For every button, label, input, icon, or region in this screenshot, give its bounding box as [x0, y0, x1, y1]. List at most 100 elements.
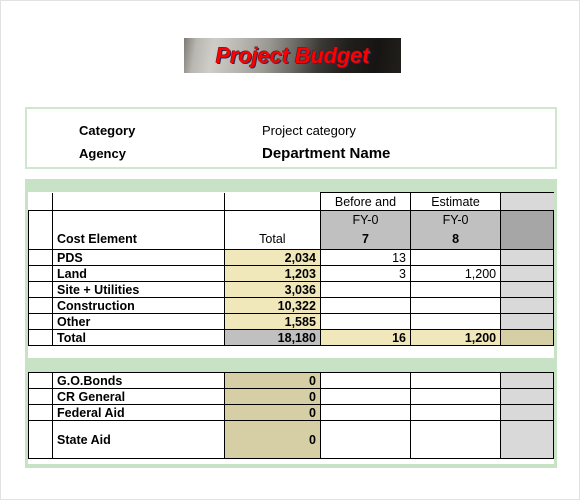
row-tail-cell: [500, 281, 554, 298]
row-total-cell[interactable]: 1,203: [223, 265, 321, 282]
row-label: G.O.Bonds: [52, 372, 225, 389]
table-row: Site + Utilities 3,036: [27, 281, 554, 298]
row-fy08-cell[interactable]: [409, 420, 502, 459]
row-fy07-cell[interactable]: [319, 297, 412, 314]
table-row: Construction 10,322: [27, 297, 554, 314]
row-label: Site + Utilities: [52, 281, 225, 298]
row-total-cell[interactable]: 10,322: [223, 297, 321, 314]
row-total-cell[interactable]: 0: [223, 404, 321, 421]
total-row-tail-cell: [500, 329, 554, 346]
row-tail-cell: [500, 388, 554, 405]
info-row-agency: Agency Department Name: [27, 142, 555, 166]
cost-element-table: Before and Estimate FY-0 FY-0 Cost Eleme…: [27, 192, 554, 346]
empty-cell: [27, 229, 54, 250]
total-row-fy07-cell: 16: [319, 329, 412, 346]
category-value[interactable]: Project category: [262, 119, 356, 143]
row-tail-cell: [500, 265, 554, 282]
row-pad-cell: [27, 265, 54, 282]
row-pad-cell: [27, 388, 54, 405]
row-label: State Aid: [52, 420, 225, 459]
row-fy07-cell[interactable]: [319, 313, 412, 330]
empty-cell: [52, 210, 225, 230]
tail-header-cell: [500, 192, 554, 211]
green-band-middle: [25, 358, 557, 372]
table-row: G.O.Bonds 0: [27, 372, 554, 389]
empty-cell: [223, 210, 321, 230]
row-fy08-cell[interactable]: [409, 249, 502, 266]
row-tail-cell: [500, 372, 554, 389]
row-total-cell[interactable]: 1,585: [223, 313, 321, 330]
column-header-cost-element: Cost Element: [52, 229, 225, 250]
row-total-cell[interactable]: 0: [223, 372, 321, 389]
row-label: Other: [52, 313, 225, 330]
row-tail-cell: [500, 404, 554, 421]
row-fy07-cell[interactable]: [319, 372, 412, 389]
row-total-cell[interactable]: 0: [223, 420, 321, 459]
row-fy07-cell[interactable]: 13: [319, 249, 412, 266]
table-row: Other 1,585: [27, 313, 554, 330]
tail-fy-cell: [500, 210, 554, 230]
column-header-fy08: 8: [409, 229, 502, 250]
row-label: Construction: [52, 297, 225, 314]
table-row: PDS 2,034 13: [27, 249, 554, 266]
row-fy07-cell[interactable]: [319, 281, 412, 298]
spacer-cell: [52, 192, 225, 211]
row-fy07-cell[interactable]: [319, 404, 412, 421]
green-band-right-lower: [554, 372, 557, 468]
row-pad-cell: [27, 281, 54, 298]
green-band-right-upper: [554, 192, 557, 358]
table-fy-prefix-row: FY-0 FY-0: [27, 210, 554, 230]
agency-value[interactable]: Department Name: [262, 142, 390, 166]
spacer-cell: [28, 192, 54, 211]
green-band-top: [25, 179, 557, 192]
row-fy08-cell[interactable]: [409, 388, 502, 405]
row-tail-cell: [500, 313, 554, 330]
row-total-cell[interactable]: 3,036: [223, 281, 321, 298]
title-banner: Project Budget: [184, 38, 401, 73]
table-row: State Aid 0: [27, 420, 554, 459]
row-fy08-cell[interactable]: [409, 313, 502, 330]
row-total-cell[interactable]: 2,034: [223, 249, 321, 266]
total-row-label: Total: [52, 329, 225, 346]
agency-label: Agency: [79, 146, 126, 161]
green-band-bottom: [25, 464, 557, 468]
fy-prefix-cell-2: FY-0: [409, 210, 502, 230]
table-column-header-row: Cost Element Total 7 8: [27, 229, 554, 250]
table-row: Federal Aid 0: [27, 404, 554, 421]
row-pad-cell: [27, 372, 54, 389]
empty-cell: [27, 210, 54, 230]
row-label: Federal Aid: [52, 404, 225, 421]
row-label: Land: [52, 265, 225, 282]
fy-prefix-cell-1: FY-0: [319, 210, 412, 230]
row-pad-cell: [27, 297, 54, 314]
row-fy08-cell[interactable]: [409, 372, 502, 389]
row-total-cell[interactable]: 0: [223, 388, 321, 405]
row-pad-cell: [27, 420, 54, 459]
funding-source-table: G.O.Bonds 0 CR General 0 Federal Aid 0 S…: [27, 372, 554, 459]
table-row: CR General 0: [27, 388, 554, 405]
row-tail-cell: [500, 420, 554, 459]
row-pad-cell: [27, 249, 54, 266]
row-pad-cell: [27, 329, 54, 346]
table-total-row: Total 18,180 16 1,200: [27, 329, 554, 346]
row-fy07-cell[interactable]: [319, 388, 412, 405]
row-fy07-cell[interactable]: [319, 420, 412, 459]
group-header-estimate: Estimate: [409, 192, 502, 211]
row-label: CR General: [52, 388, 225, 405]
row-fy08-cell[interactable]: 1,200: [409, 265, 502, 282]
column-header-total: Total: [223, 229, 321, 250]
table-group-header-row: Before and Estimate: [28, 192, 554, 211]
row-tail-cell: [500, 249, 554, 266]
table-row: Land 1,203 3 1,200: [27, 265, 554, 282]
row-fy08-cell[interactable]: [409, 404, 502, 421]
total-row-fy08-cell: 1,200: [409, 329, 502, 346]
row-pad-cell: [27, 313, 54, 330]
total-row-total-cell: 18,180: [223, 329, 321, 346]
spacer-cell: [223, 192, 321, 211]
row-fy07-cell[interactable]: 3: [319, 265, 412, 282]
project-info-box: Category Project category Agency Departm…: [25, 107, 557, 169]
row-fy08-cell[interactable]: [409, 281, 502, 298]
title-area: Project Budget: [1, 1, 580, 101]
budget-sheet-page: Project Budget Category Project category…: [0, 0, 580, 500]
row-fy08-cell[interactable]: [409, 297, 502, 314]
